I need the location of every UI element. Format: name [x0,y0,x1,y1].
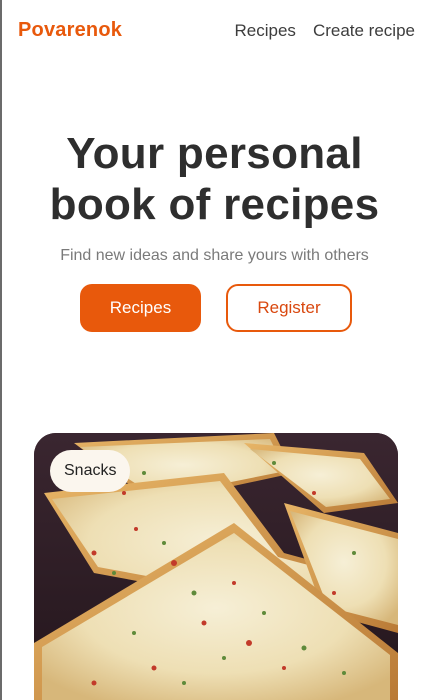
hero-title: Your personal book of recipes [0,128,429,230]
site-logo[interactable]: Povarenok [18,19,122,42]
recipes-button[interactable]: Recipes [80,284,201,332]
register-button[interactable]: Register [226,284,352,332]
hero-section: Your personal book of recipes Find new i… [0,128,429,265]
hero-subtitle: Find new ideas and share yours with othe… [60,247,369,264]
nav-link-create-recipe[interactable]: Create recipe [313,21,415,41]
category-badge[interactable]: Snacks [50,450,131,492]
nav-link-recipes[interactable]: Recipes [235,21,296,41]
main-nav: Recipes Create recipe [235,21,415,41]
hero-title-line-1: Your personal [66,129,363,178]
window-left-edge [0,0,2,700]
hero-title-line-2: book of recipes [49,180,380,229]
site-header: Povarenok Recipes Create recipe [0,0,429,62]
